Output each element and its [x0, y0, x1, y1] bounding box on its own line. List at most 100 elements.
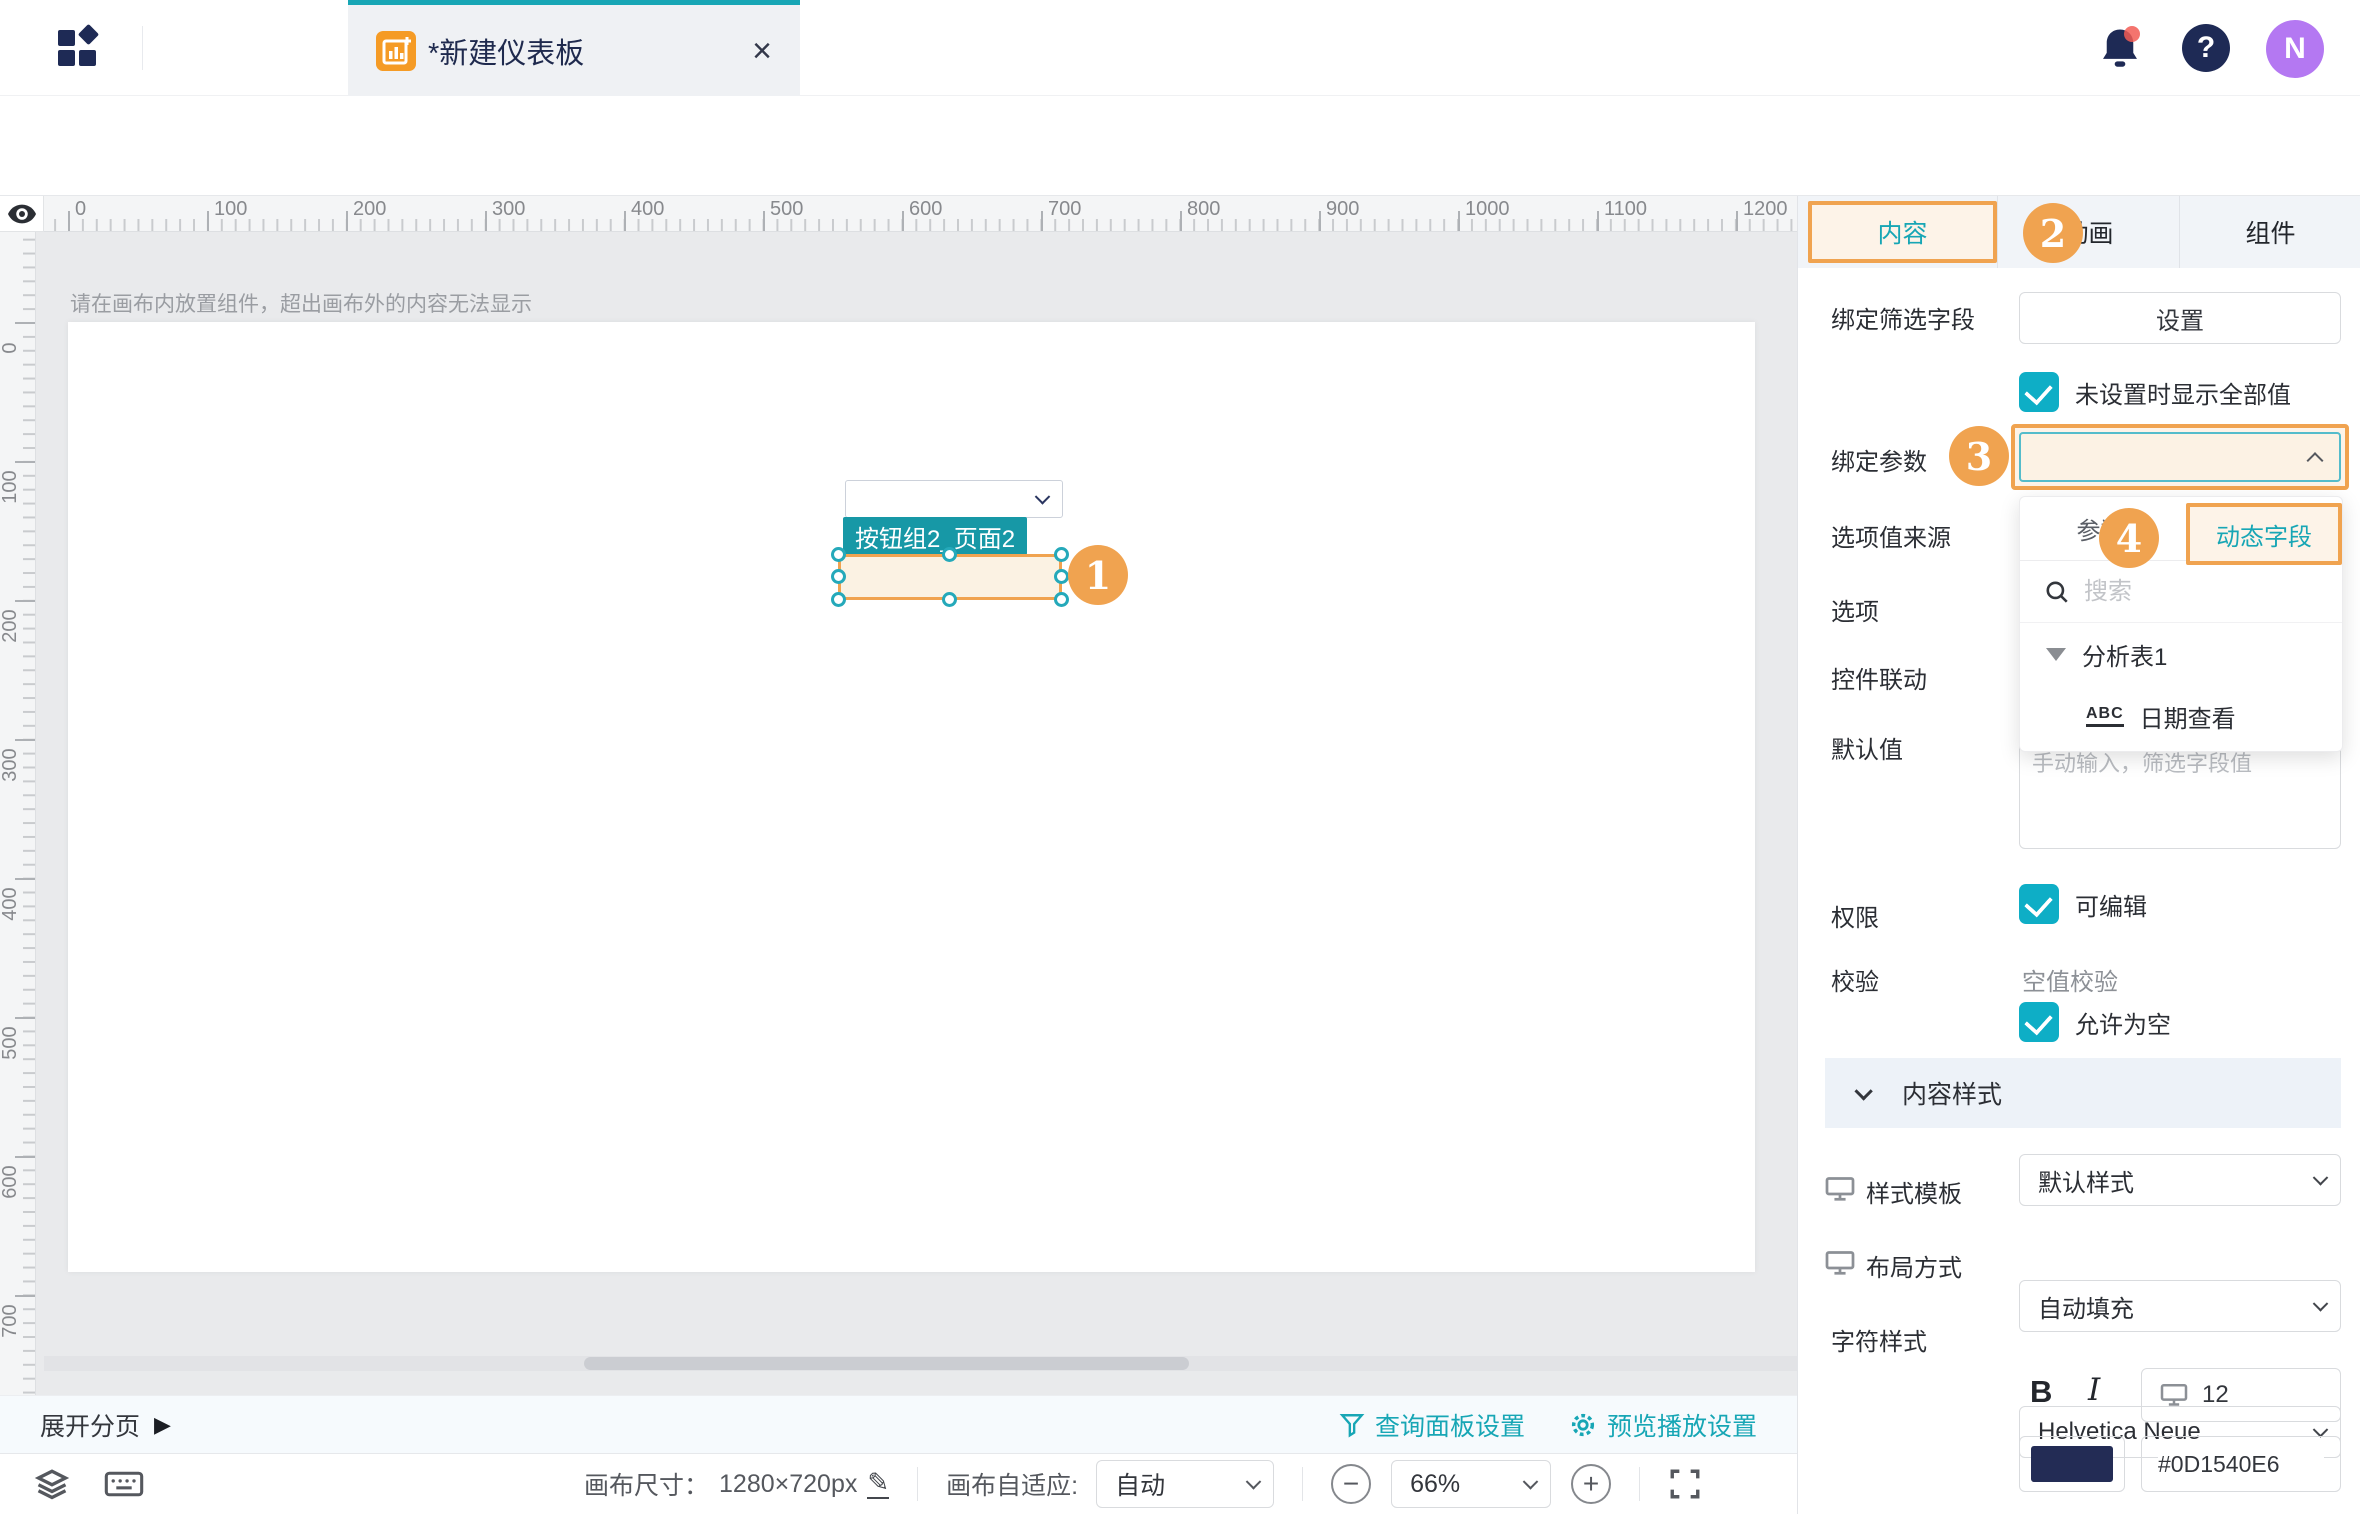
show-all-checkbox-row: 未设置时显示全部值: [2019, 372, 2291, 412]
desktop-scope-icon: [1825, 1176, 1855, 1202]
eye-icon: [7, 203, 37, 225]
resize-handle[interactable]: [1054, 592, 1069, 607]
content-style-section-header[interactable]: 内容样式: [1825, 1058, 2341, 1128]
resize-handle[interactable]: [1054, 569, 1069, 584]
default-value-textarea[interactable]: [2019, 739, 2341, 849]
v-ruler-label: 300: [0, 743, 20, 787]
zoom-level-value: 66%: [1410, 1470, 1460, 1499]
scrollbar-thumb[interactable]: [584, 1357, 1189, 1370]
dashboard-tab[interactable]: *新建仪表板 ×: [348, 0, 800, 96]
tree-expand-caret-icon[interactable]: [2046, 648, 2066, 661]
font-color-hex-field: [2141, 1436, 2341, 1492]
tab-title: *新建仪表板: [428, 30, 752, 72]
widget-name-tag: 按钮组2_页面2: [843, 517, 1027, 555]
horizontal-scrollbar[interactable]: [44, 1356, 1797, 1371]
v-ruler-major-tick: [15, 322, 35, 324]
search-input[interactable]: [2084, 578, 2284, 606]
h-ruler-major-tick: [902, 211, 904, 231]
italic-button[interactable]: I: [2088, 1372, 2100, 1408]
v-ruler-label: 600: [0, 1160, 20, 1204]
style-template-select[interactable]: 默认样式: [2019, 1154, 2341, 1206]
dashboard-chart-icon: [376, 31, 416, 71]
h-ruler-label: 100: [214, 198, 247, 221]
option-source-label: 选项值来源: [1831, 518, 1951, 553]
notifications-bell-icon[interactable]: [2098, 26, 2142, 72]
layout-mode-select[interactable]: 自动填充: [2019, 1280, 2341, 1332]
keyboard-icon[interactable]: [104, 1468, 144, 1500]
fullscreen-icon[interactable]: [1668, 1467, 1702, 1501]
chevron-down-icon: [1854, 1082, 1872, 1100]
bind-param-dropdown-panel: 参数 动态字段 分析表1 ABC 日期查看: [2019, 496, 2343, 752]
resize-handle[interactable]: [831, 569, 846, 584]
divider: [1639, 1467, 1640, 1501]
tree-node-table[interactable]: 分析表1: [2020, 623, 2342, 685]
zoom-out-button[interactable]: −: [1331, 1464, 1371, 1504]
tab-dynamic-field[interactable]: 动态字段: [2186, 503, 2342, 565]
h-ruler-major-tick: [1041, 211, 1043, 231]
v-ruler-major-tick: [15, 878, 35, 880]
chevron-down-icon: [2313, 1170, 2329, 1186]
checkbox-checked-icon[interactable]: [2019, 884, 2059, 924]
expand-pages-button[interactable]: 展开分页 ▶: [40, 1407, 171, 1443]
v-ruler-major-tick: [15, 1295, 35, 1297]
zoom-level-select[interactable]: 66%: [1391, 1460, 1551, 1508]
tree-leaf-label: 日期查看: [2140, 699, 2236, 734]
dropdown-widget[interactable]: [845, 480, 1063, 518]
ruler-corner[interactable]: [0, 196, 44, 232]
dropdown-tabs: 参数 动态字段: [2020, 497, 2342, 561]
font-size-field[interactable]: 12: [2141, 1368, 2341, 1422]
allow-empty-checkbox-row: 允许为空: [2019, 1002, 2171, 1042]
content-style-title: 内容样式: [1902, 1075, 2002, 1111]
bind-filter-settings-button[interactable]: 设置: [2019, 292, 2341, 344]
zoom-in-button[interactable]: +: [1571, 1464, 1611, 1504]
chevron-down-icon: [2313, 1296, 2329, 1312]
style-template-value: 默认样式: [2038, 1163, 2134, 1198]
gear-icon: [1569, 1411, 1597, 1439]
divider: [142, 26, 143, 70]
h-ruler-label: 800: [1187, 198, 1220, 221]
app-logo-icon[interactable]: [52, 22, 104, 74]
font-color-swatch[interactable]: [2019, 1436, 2125, 1492]
resize-handle[interactable]: [942, 547, 957, 562]
user-avatar[interactable]: N: [2266, 20, 2324, 78]
edit-pencil-icon[interactable]: ✎: [867, 1469, 889, 1498]
v-ruler-major-tick: [15, 1156, 35, 1158]
bind-param-annotation-box: [2011, 424, 2349, 490]
help-icon[interactable]: ?: [2182, 24, 2230, 72]
resize-handle[interactable]: [831, 547, 846, 562]
checkbox-checked-icon[interactable]: [2019, 372, 2059, 412]
resize-handle[interactable]: [831, 592, 846, 607]
font-color-hex-input[interactable]: [2158, 1451, 2324, 1478]
top-bar: *新建仪表板 × ? N: [0, 0, 2360, 96]
layers-icon[interactable]: [34, 1466, 70, 1502]
tab-component[interactable]: 组件: [2179, 196, 2360, 268]
preview-play-settings-button[interactable]: 预览播放设置: [1569, 1407, 1757, 1443]
tab-close-icon[interactable]: ×: [752, 34, 772, 68]
v-ruler-label: 100: [0, 465, 20, 509]
canvas-fit-label: 画布自适应:: [946, 1466, 1078, 1502]
v-ruler: 0100200300400500600700: [0, 232, 36, 1395]
selected-widget-box[interactable]: [838, 554, 1062, 600]
tab-content[interactable]: 内容: [1808, 201, 1997, 263]
checkbox-checked-icon[interactable]: [2019, 1002, 2059, 1042]
resize-handle[interactable]: [942, 592, 957, 607]
tree-leaf-field[interactable]: ABC 日期查看: [2020, 685, 2342, 747]
h-ruler-label: 300: [492, 198, 525, 221]
canvas-fit-select[interactable]: 自动: [1096, 1460, 1274, 1508]
h-ruler-label: 1100: [1604, 198, 1647, 221]
chevron-down-icon: [1035, 489, 1051, 505]
annotation-badge-2: 2: [2023, 203, 2083, 263]
notification-dot: [2124, 26, 2140, 42]
dashboard-page[interactable]: [68, 322, 1755, 1272]
bold-button[interactable]: B: [2030, 1374, 2052, 1410]
query-panel-settings-label: 查询面板设置: [1375, 1407, 1525, 1443]
resize-handle[interactable]: [1054, 547, 1069, 562]
annotation-badge-1: 1: [1068, 545, 1128, 605]
h-ruler-label: 500: [770, 198, 803, 221]
allow-empty-label: 允许为空: [2075, 1005, 2171, 1040]
v-ruler-label: 700: [0, 1299, 20, 1343]
bind-param-select[interactable]: [2019, 432, 2341, 482]
query-panel-settings-button[interactable]: 查询面板设置: [1339, 1407, 1525, 1443]
v-ruler-label: 400: [0, 882, 20, 926]
desktop-scope-icon: [2160, 1383, 2188, 1407]
